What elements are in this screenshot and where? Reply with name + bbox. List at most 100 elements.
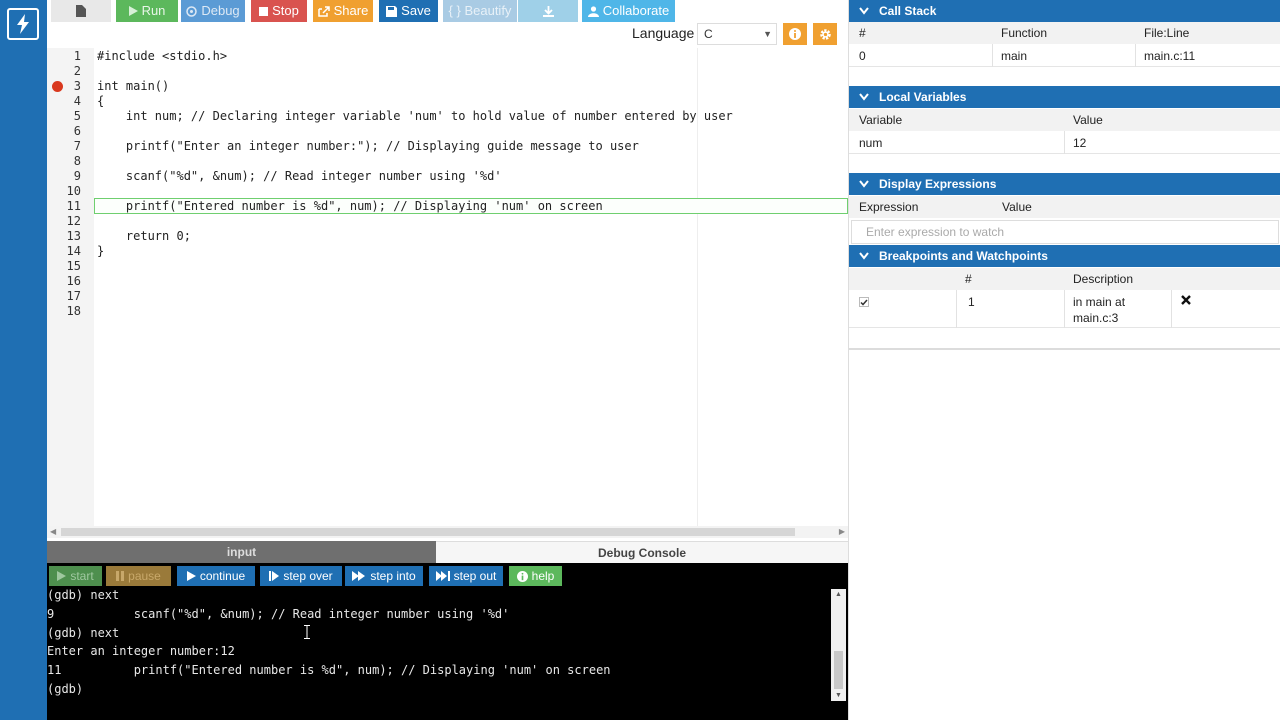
variable-name: num bbox=[859, 136, 883, 150]
breakpoint-enabled-checkbox[interactable] bbox=[859, 297, 869, 307]
debugger-panel: Call Stack # Function File:Line 0 main m… bbox=[848, 0, 1280, 720]
info-icon bbox=[789, 28, 801, 40]
delete-breakpoint-icon[interactable] bbox=[1181, 295, 1191, 305]
code-line: 2 bbox=[73, 64, 81, 78]
help-label: help bbox=[531, 569, 555, 583]
code-line-current: 11 printf("Entered number is %d", num); … bbox=[66, 199, 603, 213]
share-button[interactable]: Share bbox=[313, 0, 373, 22]
language-label: Language bbox=[632, 25, 695, 41]
console-scroll-thumb[interactable] bbox=[834, 651, 843, 689]
call-stack-header[interactable]: Call Stack bbox=[849, 0, 1280, 22]
stop-button[interactable]: Stop bbox=[251, 0, 307, 22]
lightning-logo-icon[interactable] bbox=[7, 8, 39, 40]
code-line: 14} bbox=[66, 244, 105, 258]
display-expressions-header[interactable]: Display Expressions bbox=[849, 173, 1280, 195]
code-line: 15 bbox=[66, 259, 81, 273]
local-variables-header[interactable]: Local Variables bbox=[849, 86, 1280, 108]
step-out-label: step out bbox=[453, 569, 497, 583]
panel-divider bbox=[849, 348, 1280, 350]
scroll-down-icon[interactable]: ▼ bbox=[835, 692, 842, 699]
column-header: # bbox=[965, 272, 972, 286]
column-header: File:Line bbox=[1144, 26, 1190, 40]
code-line: 12 bbox=[66, 214, 81, 228]
settings-button[interactable] bbox=[813, 23, 837, 45]
table-row[interactable]: num 12 bbox=[849, 131, 1280, 154]
download-button[interactable] bbox=[518, 0, 578, 22]
debug-button[interactable]: Debug bbox=[181, 0, 245, 22]
step-over-button[interactable]: step over bbox=[260, 566, 342, 586]
share-icon bbox=[317, 5, 330, 17]
pause-icon bbox=[116, 571, 125, 581]
pause-button[interactable]: pause bbox=[106, 566, 171, 586]
play-icon bbox=[128, 6, 138, 16]
share-label: Share bbox=[333, 3, 369, 18]
column-header: Function bbox=[1001, 26, 1048, 40]
debug-controls: start pause continue step over step into… bbox=[47, 563, 848, 589]
breakpoint-description: main.c:3 bbox=[1073, 311, 1119, 325]
language-value: C bbox=[704, 27, 713, 41]
console-output-line: (gdb) next bbox=[47, 588, 120, 602]
code-line: 18 bbox=[66, 304, 81, 318]
column-divider bbox=[1064, 131, 1065, 154]
file-icon bbox=[76, 5, 86, 17]
editor-scroll-thumb[interactable] bbox=[61, 528, 795, 536]
code-line: 13 return 0; bbox=[66, 229, 191, 243]
save-button[interactable]: Save bbox=[379, 0, 438, 22]
column-divider bbox=[956, 290, 957, 328]
run-label: Run bbox=[141, 3, 166, 18]
start-button[interactable]: start bbox=[49, 566, 102, 586]
step-out-icon bbox=[435, 571, 450, 581]
column-divider bbox=[1171, 290, 1172, 328]
scroll-up-icon[interactable]: ▲ bbox=[835, 591, 842, 598]
stop-icon bbox=[259, 6, 269, 16]
breakpoint-number: 1 bbox=[968, 295, 975, 309]
editor-horizontal-scrollbar[interactable]: ◀ ▶ bbox=[47, 526, 848, 538]
breakpoints-columns: # Description bbox=[849, 268, 1280, 290]
column-divider bbox=[1135, 44, 1136, 67]
display-expressions-columns: Expression Value bbox=[849, 196, 1280, 218]
step-over-label: step over bbox=[283, 569, 333, 583]
frame-number: 0 bbox=[859, 49, 866, 63]
chevron-down-icon bbox=[859, 93, 869, 101]
step-into-label: step into bbox=[370, 569, 416, 583]
variable-value: 12 bbox=[1073, 136, 1087, 150]
code-line: 6 bbox=[73, 124, 81, 138]
checkmark-icon bbox=[860, 299, 868, 306]
gear-icon bbox=[819, 28, 831, 40]
code-line: 4{ bbox=[73, 94, 105, 108]
step-out-button[interactable]: step out bbox=[429, 566, 503, 586]
code-editor[interactable]: 1 #include <stdio.h> 2 3 int main() 4{ 5 i… bbox=[47, 48, 848, 526]
toolbar: Run Debug Stop Share Save { } Beautify C… bbox=[47, 0, 848, 48]
call-stack-title: Call Stack bbox=[879, 4, 937, 18]
column-header: Expression bbox=[859, 200, 919, 214]
table-row[interactable]: 0 main main.c:11 bbox=[849, 44, 1280, 67]
language-select[interactable]: C ▼ bbox=[697, 23, 777, 45]
local-variables-columns: Variable Value bbox=[849, 109, 1280, 131]
step-into-button[interactable]: step into bbox=[345, 566, 423, 586]
code-line: 10 bbox=[66, 184, 81, 198]
left-rail bbox=[0, 0, 47, 720]
console-prompt-line[interactable]: (gdb) bbox=[47, 681, 83, 697]
console-vertical-scrollbar[interactable]: ▲ ▼ bbox=[831, 589, 846, 701]
breakpoint-description: in main at bbox=[1073, 295, 1126, 309]
chevron-down-icon bbox=[859, 7, 869, 15]
continue-button[interactable]: continue bbox=[177, 566, 255, 586]
scroll-right-icon[interactable]: ▶ bbox=[839, 526, 845, 538]
info-button[interactable] bbox=[783, 23, 807, 45]
scroll-left-icon[interactable]: ◀ bbox=[50, 526, 56, 538]
tab-debug-console[interactable]: Debug Console bbox=[436, 541, 848, 563]
text-cursor-icon bbox=[304, 625, 310, 639]
breakpoints-header[interactable]: Breakpoints and Watchpoints bbox=[849, 245, 1280, 267]
play-icon bbox=[57, 571, 67, 581]
new-file-button[interactable] bbox=[51, 0, 111, 22]
collaborate-button[interactable]: Collaborate bbox=[582, 0, 675, 22]
debug-icon bbox=[186, 5, 198, 17]
run-button[interactable]: Run bbox=[116, 0, 178, 22]
debug-console[interactable]: start pause continue step over step into… bbox=[47, 563, 848, 720]
watch-expression-input[interactable]: Enter expression to watch bbox=[851, 220, 1279, 244]
help-button[interactable]: help bbox=[509, 566, 562, 586]
table-row[interactable]: 1 in main at main.c:3 bbox=[849, 290, 1280, 328]
beautify-button[interactable]: { } Beautify bbox=[443, 0, 517, 22]
column-header: Variable bbox=[859, 113, 903, 127]
tab-input[interactable]: input bbox=[47, 541, 436, 563]
